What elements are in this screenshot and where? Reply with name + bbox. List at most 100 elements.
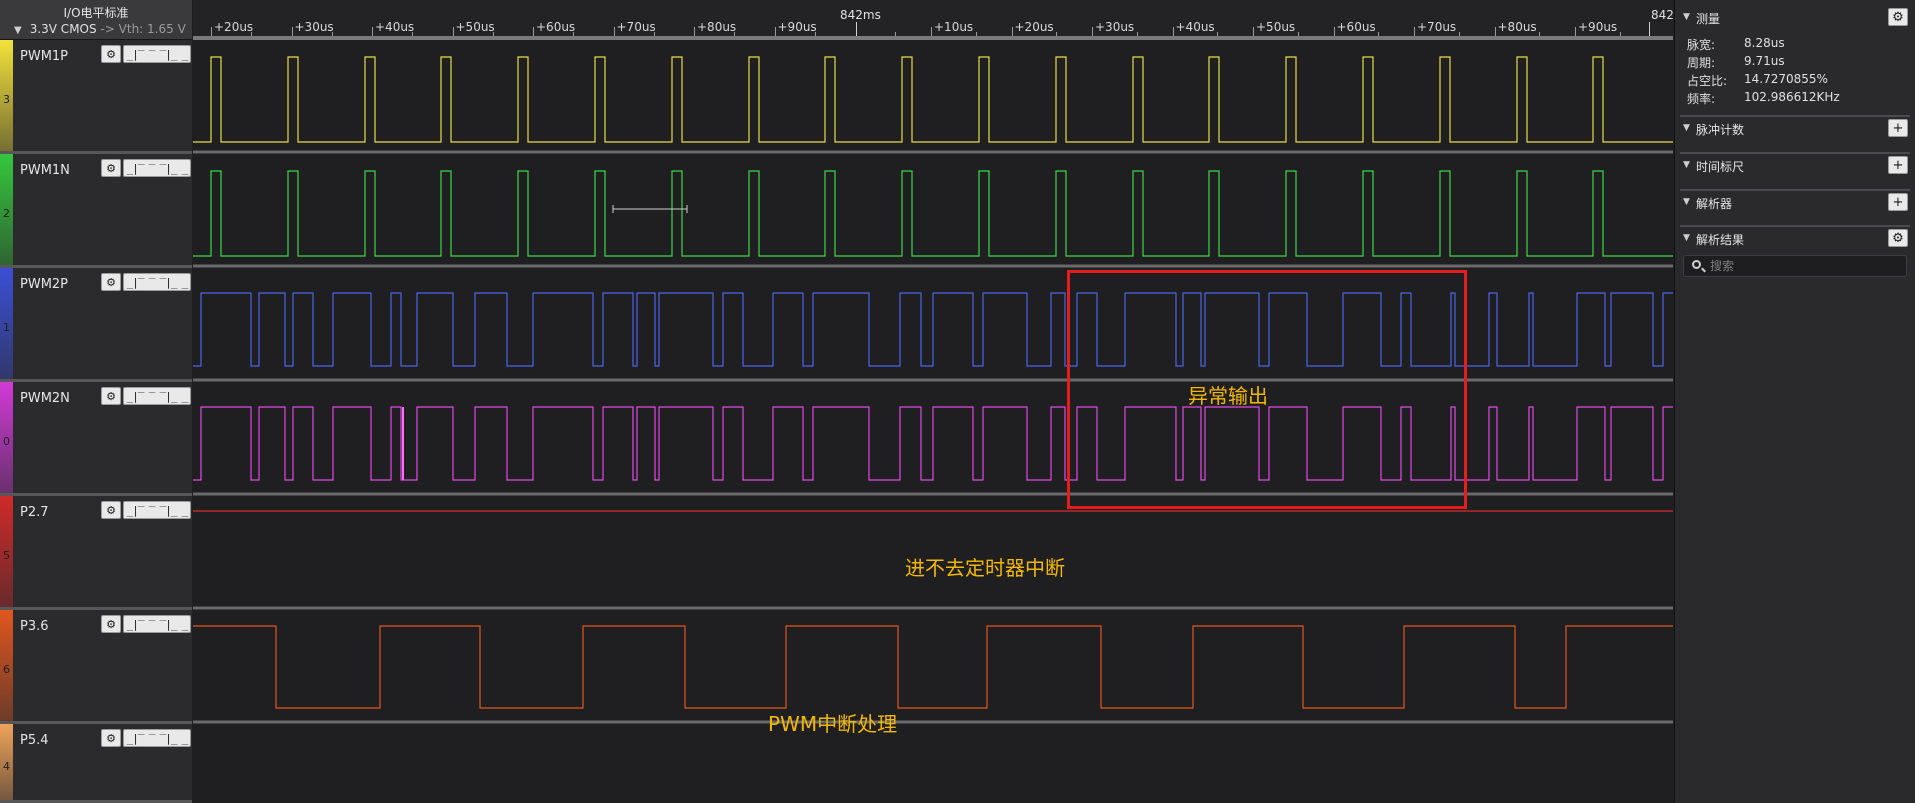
low-level-icon: _ — [181, 617, 189, 631]
high-level-icon: ‾ — [148, 275, 156, 289]
trigger-edge-button[interactable]: _|‾ ‾ ‾|_ _ — [123, 501, 191, 519]
falling-edge-icon: ‾|_ — [159, 389, 178, 403]
triangle-down-icon: ▼ — [1683, 233, 1690, 243]
results-settings-button[interactable]: ⚙ — [1888, 229, 1908, 247]
gear-icon: ⚙ — [106, 617, 116, 631]
channel-panel: I/O电平标准 ▼ 3.3V CMOS -> Vth: 1.65 V 3 PWM1P… — [0, 0, 192, 803]
time-ruler-section: ▼ 时间标尺 + — [1680, 152, 1910, 182]
channel-row-pwm1n[interactable]: 2 PWM1N ⚙ _|‾ ‾ ‾|_ _ — [0, 154, 192, 268]
channel-controls: ⚙ _|‾ ‾ ‾|_ _ — [101, 501, 191, 519]
measure-settings-button[interactable]: ⚙ — [1888, 8, 1908, 26]
channel-settings-button[interactable]: ⚙ — [101, 45, 121, 63]
channel-settings-button[interactable]: ⚙ — [101, 387, 121, 405]
channel-settings-button[interactable]: ⚙ — [101, 159, 121, 177]
waveform-pwm1p — [193, 56, 1673, 143]
triangle-down-icon: ▼ — [1683, 123, 1690, 133]
trigger-edge-button[interactable]: _|‾ ‾ ‾|_ _ — [123, 387, 191, 405]
io-standard-selector[interactable]: ▼ 3.3V CMOS -> Vth: 1.65 V — [14, 22, 186, 36]
channel-index: 4 — [3, 760, 10, 773]
measure-label: 周期: — [1687, 56, 1716, 70]
high-level-icon: ‾ — [148, 503, 156, 517]
gear-icon: ⚙ — [106, 161, 116, 175]
search-input[interactable] — [1710, 258, 1900, 274]
channel-name: P2.7 — [20, 505, 49, 520]
analyzer-header[interactable]: ▼ 解析器 + — [1680, 191, 1910, 213]
time-ruler-header[interactable]: ▼ 时间标尺 + — [1680, 154, 1910, 176]
measure-row-frequency: 频率: 102.986612KHz — [1687, 90, 1840, 107]
annotation-pwm-interrupt: PWM中断处理 — [768, 712, 898, 736]
channel-row-p5-4[interactable]: 4 P5.4 ⚙ _|‾ ‾ ‾|_ _ — [0, 724, 192, 803]
channel-settings-button[interactable]: ⚙ — [101, 615, 121, 633]
channel-name: P3.6 — [20, 619, 49, 634]
trigger-edge-button[interactable]: _|‾ ‾ ‾|_ _ — [123, 45, 191, 63]
rising-edge-icon: _|‾ — [126, 389, 145, 403]
channel-controls: ⚙ _|‾ ‾ ‾|_ _ — [101, 387, 191, 405]
waveform-p3-6 — [193, 625, 1673, 709]
trigger-edge-button[interactable]: _|‾ ‾ ‾|_ _ — [123, 273, 191, 291]
rising-edge-icon: _|‾ — [126, 275, 145, 289]
trigger-edge-button[interactable]: _|‾ ‾ ‾|_ _ — [123, 615, 191, 633]
plus-icon: + — [1892, 157, 1904, 173]
channel-controls: ⚙ _|‾ ‾ ‾|_ _ — [101, 273, 191, 291]
add-pulse-count-button[interactable]: + — [1888, 119, 1908, 137]
high-level-icon: ‾ — [148, 161, 156, 175]
waveform-pwm1n — [193, 170, 1673, 257]
channel-row-pwm2n[interactable]: 0 PWM2N ⚙ _|‾ ‾ ‾|_ _ — [0, 382, 192, 496]
rising-edge-icon: _|‾ — [126, 47, 145, 61]
channel-row-p2-7[interactable]: 5 P2.7 ⚙ _|‾ ‾ ‾|_ _ — [0, 496, 192, 610]
measure-header[interactable]: ▼ 测量 ⚙ — [1680, 6, 1910, 28]
falling-edge-icon: ‾|_ — [159, 503, 178, 517]
pulse-count-title: 脉冲计数 — [1696, 123, 1745, 137]
results-search[interactable] — [1683, 255, 1907, 277]
measure-label: 占空比: — [1687, 74, 1728, 88]
tools-panel: ▼ 测量 ⚙ 脉宽: 8.28us 周期: 9.71us 占空比: 14.727085… — [1674, 0, 1915, 803]
channel-settings-button[interactable]: ⚙ — [101, 273, 121, 291]
results-section: ▼ 解析结果 ⚙ — [1680, 225, 1910, 285]
falling-edge-icon: ‾|_ — [159, 275, 178, 289]
gear-icon: ⚙ — [106, 275, 116, 289]
triangle-down-icon: ▼ — [14, 25, 22, 36]
channel-index: 3 — [3, 93, 10, 106]
add-time-ruler-button[interactable]: + — [1888, 156, 1908, 174]
search-icon — [1692, 260, 1701, 269]
channel-controls: ⚙ _|‾ ‾ ‾|_ _ — [101, 729, 191, 747]
channel-row-pwm2p[interactable]: 1 PWM2P ⚙ _|‾ ‾ ‾|_ _ — [0, 268, 192, 382]
high-level-icon: ‾ — [148, 389, 156, 403]
pulse-count-header[interactable]: ▼ 脉冲计数 + — [1680, 117, 1910, 139]
waveform-view[interactable]: +20us +30us +40us +50us +60us +70us +80us +90us… — [193, 0, 1674, 803]
channel-name: PWM1N — [20, 163, 70, 178]
rising-edge-icon: _|‾ — [126, 161, 145, 175]
channel-row-p3-6[interactable]: 6 P3.6 ⚙ _|‾ ‾ ‾|_ _ — [0, 610, 192, 724]
high-level-icon: ‾ — [148, 47, 156, 61]
gear-icon: ⚙ — [106, 731, 116, 745]
measure-section: ▼ 测量 ⚙ 脉宽: 8.28us 周期: 9.71us 占空比: 14.727085… — [1680, 6, 1910, 106]
measure-value: 102.986612KHz — [1744, 90, 1840, 104]
pulse-count-section: ▼ 脉冲计数 + — [1680, 115, 1910, 145]
channel-row-pwm1p[interactable]: 3 PWM1P ⚙ _|‾ ‾ ‾|_ _ — [0, 40, 192, 154]
channel-controls: ⚙ _|‾ ‾ ‾|_ _ — [101, 45, 191, 63]
results-title: 解析结果 — [1696, 233, 1745, 247]
gear-icon: ⚙ — [106, 503, 116, 517]
measure-row-duty: 占空比: 14.7270855% — [1687, 72, 1828, 89]
io-standard-title: I/O电平标准 — [63, 6, 129, 20]
add-analyzer-button[interactable]: + — [1888, 193, 1908, 211]
channel-index: 2 — [3, 207, 10, 220]
low-level-icon: _ — [181, 161, 189, 175]
low-level-icon: _ — [181, 731, 189, 745]
results-header[interactable]: ▼ 解析结果 ⚙ — [1680, 227, 1910, 249]
channel-name: P5.4 — [20, 733, 49, 748]
trigger-edge-button[interactable]: _|‾ ‾ ‾|_ _ — [123, 159, 191, 177]
falling-edge-icon: ‾|_ — [159, 161, 178, 175]
trigger-edge-button[interactable]: _|‾ ‾ ‾|_ _ — [123, 729, 191, 747]
low-level-icon: _ — [181, 275, 189, 289]
measure-label: 脉宽: — [1687, 38, 1716, 52]
channel-settings-button[interactable]: ⚙ — [101, 729, 121, 747]
falling-edge-icon: ‾|_ — [159, 47, 178, 61]
rising-edge-icon: _|‾ — [126, 503, 145, 517]
channel-settings-button[interactable]: ⚙ — [101, 501, 121, 519]
rising-edge-icon: _|‾ — [126, 617, 145, 631]
low-level-icon: _ — [181, 47, 189, 61]
annotation-no-timer-interrupt: 进不去定时器中断 — [905, 556, 1065, 580]
analyzer-title: 解析器 — [1696, 197, 1733, 211]
low-level-icon: _ — [181, 389, 189, 403]
